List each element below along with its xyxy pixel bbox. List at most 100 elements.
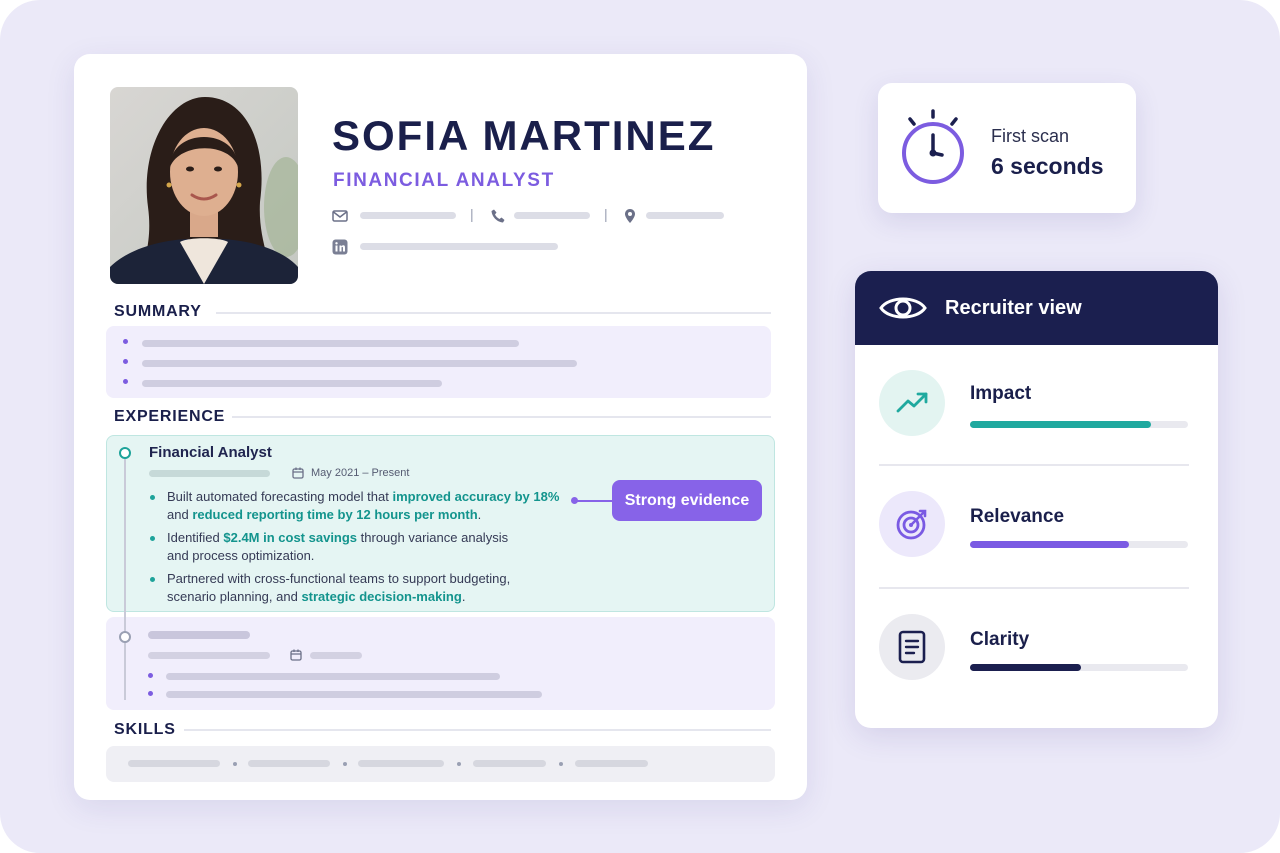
metric-fill xyxy=(970,541,1130,548)
bullet-text: Built automated forecasting model that i… xyxy=(167,489,559,522)
experience-bullet: Built automated forecasting model that i… xyxy=(150,488,567,524)
experience-bullet: Partnered with cross-functional teams to… xyxy=(150,570,522,606)
skill-separator-dot xyxy=(233,762,237,766)
resume-card: SOFIA MARTINEZ FINANCIAL ANALYST | | SUM… xyxy=(74,54,807,800)
section-divider xyxy=(216,312,771,314)
trend-up-icon xyxy=(896,392,928,413)
timeline-node-active xyxy=(119,447,131,459)
section-title-skills: SKILLS xyxy=(114,721,176,738)
timeline-node xyxy=(119,631,131,643)
first-scan-card: First scan 6 seconds xyxy=(878,83,1136,213)
skill-separator-dot xyxy=(343,762,347,766)
callout-connector xyxy=(574,500,612,502)
linkedin-placeholder-bar xyxy=(360,243,558,250)
contact-separator: | xyxy=(604,206,608,222)
target-icon xyxy=(896,509,927,540)
metric-track xyxy=(970,541,1188,548)
section-divider xyxy=(232,416,771,418)
bullet-dot xyxy=(150,577,155,582)
stopwatch-icon xyxy=(902,109,964,184)
contact-row: | | xyxy=(332,206,752,226)
metric-fill xyxy=(970,664,1082,671)
summary-line xyxy=(142,360,577,367)
bullet-dot xyxy=(150,495,155,500)
candidate-role: FINANCIAL ANALYST xyxy=(333,170,555,191)
bullet-text-part: and xyxy=(167,507,193,522)
summary-box xyxy=(106,326,771,398)
linkedin-icon xyxy=(332,239,348,255)
phone-placeholder-bar xyxy=(514,212,590,219)
page-background: SOFIA MARTINEZ FINANCIAL ANALYST | | SUM… xyxy=(0,0,1280,853)
strong-evidence-badge: Strong evidence xyxy=(612,480,762,521)
metric-clarity: Clarity xyxy=(855,589,1218,711)
recruiter-view-title: Recruiter view xyxy=(945,297,1082,319)
bullet-dot xyxy=(148,673,153,678)
experience-line xyxy=(166,691,542,698)
first-scan-label: First scan xyxy=(991,126,1070,146)
skill-separator-dot xyxy=(559,762,563,766)
calendar-icon xyxy=(292,467,304,479)
skill-placeholder-bar xyxy=(358,760,444,767)
bullet-dot xyxy=(123,379,128,384)
phone-icon xyxy=(491,209,505,223)
metric-relevance: Relevance xyxy=(855,466,1218,588)
bullet-dot xyxy=(123,359,128,364)
contact-row xyxy=(332,237,752,257)
bullet-text-part: . xyxy=(477,507,482,522)
metric-label: Relevance xyxy=(970,506,1065,527)
date-placeholder-bar xyxy=(310,652,362,659)
experience-entry-placeholder xyxy=(106,617,775,710)
timeline-line xyxy=(124,458,126,700)
eye-icon xyxy=(879,297,927,319)
job-date: May 2021 – Present xyxy=(311,467,410,479)
document-icon xyxy=(898,630,926,664)
metric-track xyxy=(970,421,1188,428)
bullet-text-part: Identified xyxy=(167,530,224,545)
skill-placeholder-bar xyxy=(248,760,330,767)
company-placeholder-bar xyxy=(148,652,270,659)
section-title-summary: SUMMARY xyxy=(114,303,202,320)
calendar-icon xyxy=(290,649,302,661)
skill-placeholder-bar xyxy=(575,760,648,767)
summary-line xyxy=(142,340,519,347)
bullet-text: Partnered with cross-functional teams to… xyxy=(167,571,510,604)
bullet-text-part: Built automated forecasting model that xyxy=(167,489,393,504)
candidate-name: SOFIA MARTINEZ xyxy=(332,112,716,159)
summary-line xyxy=(142,380,442,387)
section-divider xyxy=(184,729,771,731)
bullet-dot xyxy=(123,339,128,344)
skill-placeholder-bar xyxy=(128,760,220,767)
company-placeholder-bar xyxy=(149,470,270,477)
section-title-experience: EXPERIENCE xyxy=(114,408,226,425)
experience-line xyxy=(166,673,500,680)
bullet-text: Identified $2.4M in cost savings through… xyxy=(167,530,508,563)
recruiter-view-card: Recruiter view Impact Relevance Clarity xyxy=(855,271,1218,728)
metric-icon-circle xyxy=(879,491,945,557)
skill-separator-dot xyxy=(457,762,461,766)
metric-label: Impact xyxy=(970,383,1032,404)
bullet-highlight: improved accuracy by 18% xyxy=(392,489,560,504)
profile-photo xyxy=(110,87,298,284)
skills-box xyxy=(106,746,775,782)
metric-icon-circle xyxy=(879,614,945,680)
location-pin-icon xyxy=(625,209,635,223)
bullet-highlight: strategic decision-making xyxy=(301,589,462,604)
contact-separator: | xyxy=(470,206,474,222)
job-title: Financial Analyst xyxy=(149,444,272,461)
metric-fill xyxy=(970,421,1151,428)
bullet-dot xyxy=(148,691,153,696)
bullet-highlight: reduced reporting time by 12 hours per m… xyxy=(192,507,478,522)
bullet-text-part: . xyxy=(461,589,466,604)
skill-placeholder-bar xyxy=(473,760,546,767)
email-placeholder-bar xyxy=(360,212,456,219)
experience-bullet: Identified $2.4M in cost savings through… xyxy=(150,529,517,565)
mail-icon xyxy=(332,210,348,222)
location-placeholder-bar xyxy=(646,212,724,219)
recruiter-view-header: Recruiter view xyxy=(855,271,1218,345)
job-title-placeholder-bar xyxy=(148,631,250,639)
bullet-dot xyxy=(150,536,155,541)
metric-label: Clarity xyxy=(970,629,1030,650)
metric-track xyxy=(970,664,1188,671)
bullet-highlight: $2.4M in cost savings xyxy=(223,530,358,545)
metric-impact: Impact xyxy=(855,345,1218,467)
